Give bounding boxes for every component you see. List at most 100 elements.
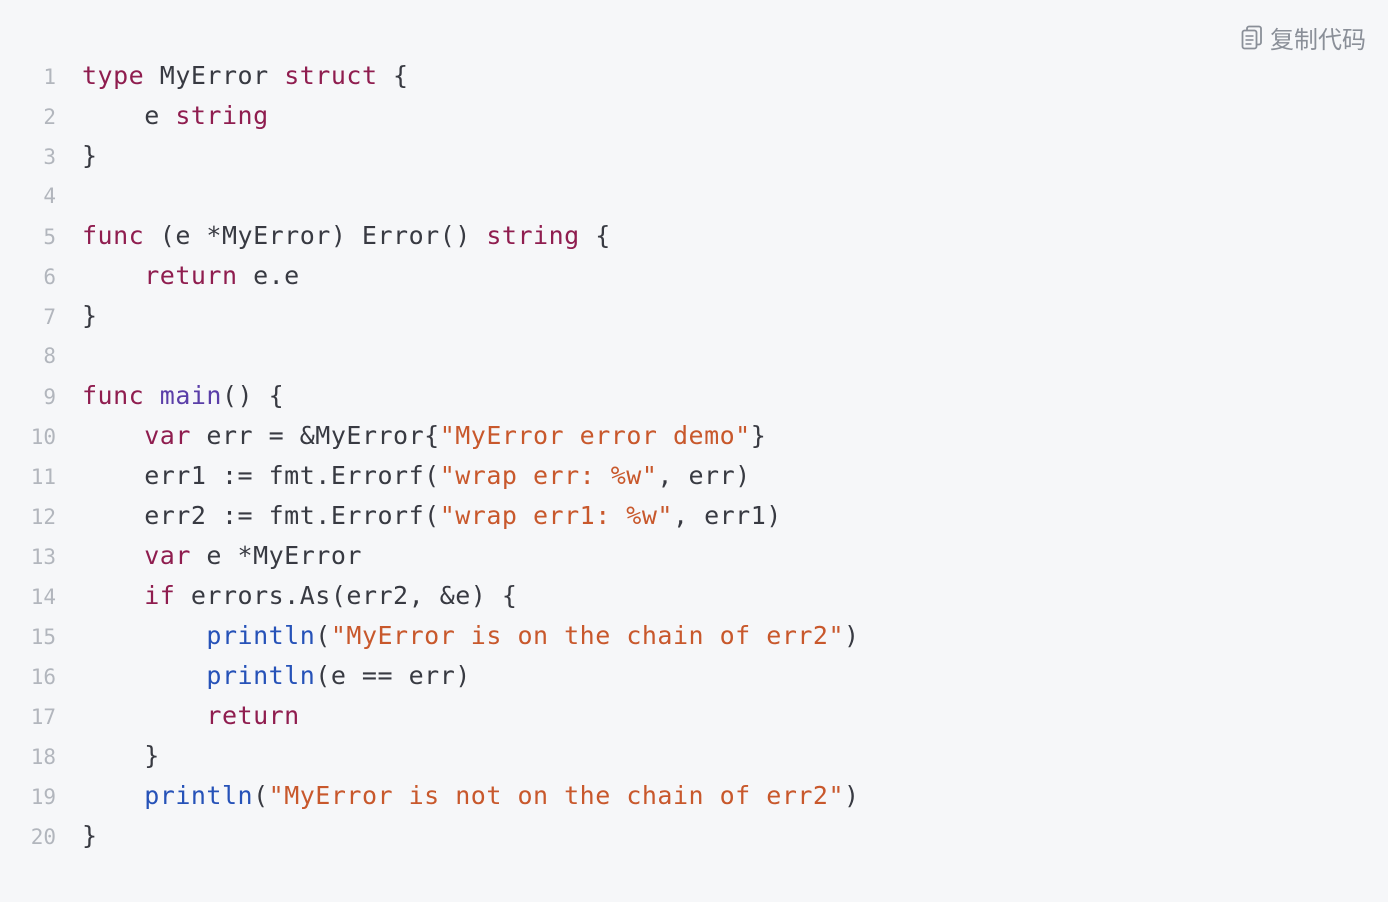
code-token: type [82,61,145,90]
code-line: 6 return e.e [0,256,1388,296]
line-number: 11 [30,465,56,489]
line-code: println("MyError is not on the chain of … [82,776,860,816]
code-token: { [377,61,409,90]
code-token: } [750,421,767,450]
code-token: ) [844,621,860,650]
code-line: 12 err2 := fmt.Errorf("wrap err1: %w", e… [0,496,1388,536]
code-token: struct [284,61,378,90]
code-token: "MyError error demo" [439,421,751,450]
code-token: err = &MyError{ [190,421,440,450]
code-token: } [82,741,160,770]
line-number: 6 [43,265,56,289]
code-line: 11 err1 := fmt.Errorf("wrap err: %w", er… [0,456,1388,496]
code-token: e.e [237,261,300,290]
line-code: } [82,296,98,336]
line-number: 16 [30,665,56,689]
code-token: println [144,781,254,810]
code-token: () { [222,381,285,410]
line-code: err2 := fmt.Errorf("wrap err1: %w", err1… [82,496,782,536]
code-token: MyError [144,61,285,90]
line-number: 14 [30,585,56,609]
line-code: func main() { [82,376,284,416]
code-line: 5 func (e *MyError) Error() string { [0,216,1388,256]
code-line: 1 type MyError struct { [0,56,1388,96]
code-token: } [82,141,98,170]
code-line: 20} [0,816,1388,856]
code-token: func [82,381,145,410]
code-token: return [206,701,300,730]
line-code: e string [82,96,269,136]
code-token: { [579,221,611,250]
line-code: var e *MyError [82,536,362,576]
line-number: 10 [30,425,56,449]
line-number: 18 [30,745,56,769]
code-token: errors.As(err2, &e) { [175,581,518,610]
code-token: } [82,821,98,850]
line-code: } [82,816,98,856]
line-code: println(e == err) [82,656,471,696]
code-token: ( [315,621,331,650]
line-number: 13 [30,545,56,569]
code-token: "wrap err1: %w" [439,501,673,530]
line-code: } [82,736,160,776]
code-line: 14 if errors.As(err2, &e) { [0,576,1388,616]
line-code: return e.e [82,256,300,296]
line-code: if errors.As(err2, &e) { [82,576,517,616]
code-token: string [175,101,269,130]
line-number: 8 [43,344,56,368]
code-token: err2 := fmt.Errorf( [82,501,440,530]
code-block: 1 type MyError struct {2 e string 3} 4 5 func… [0,56,1388,856]
code-token: string [486,221,580,250]
line-number: 9 [43,385,56,409]
code-line: 15 println("MyError is on the chain of e… [0,616,1388,656]
code-token: println [206,621,316,650]
code-token: var [144,421,191,450]
code-token: if [144,581,176,610]
code-line: 8 [0,336,1388,376]
line-code: var err = &MyError{"MyError error demo"} [82,416,766,456]
code-token: "MyError is on the chain of err2" [330,621,845,650]
code-token: ( [253,781,269,810]
code-line: 17 return [0,696,1388,736]
code-token: (e *MyError) Error() [144,221,487,250]
line-number: 7 [43,305,56,329]
line-number: 5 [43,225,56,249]
code-line: 19 println("MyError is not on the chain … [0,776,1388,816]
code-line: 2 e string [0,96,1388,136]
code-token: func [82,221,145,250]
line-number: 17 [30,705,56,729]
line-code: return [82,696,300,736]
code-token: return [144,261,238,290]
code-line: 16 println(e == err) [0,656,1388,696]
copy-icon [1240,25,1264,51]
code-token: var [144,541,191,570]
line-number: 4 [43,184,56,208]
line-number: 15 [30,625,56,649]
code-token: err1 := fmt.Errorf( [82,461,440,490]
code-line: 7} [0,296,1388,336]
copy-code-button[interactable]: 复制代码 [1240,20,1366,55]
code-token: "wrap err: %w" [439,461,658,490]
code-line: 18 } [0,736,1388,776]
line-number: 20 [30,825,56,849]
code-token: , err1) [672,501,782,530]
line-number: 19 [30,785,56,809]
code-token: "MyError is not on the chain of err2" [268,781,845,810]
line-number: 2 [43,105,56,129]
line-number: 3 [43,145,56,169]
code-line: 4 [0,176,1388,216]
copy-code-label: 复制代码 [1270,26,1366,54]
line-code: type MyError struct { [82,56,409,96]
code-token: ) [844,781,860,810]
code-line: 13 var e *MyError [0,536,1388,576]
line-number: 12 [30,505,56,529]
code-token: (e == err) [315,661,471,690]
line-number: 1 [43,65,56,89]
